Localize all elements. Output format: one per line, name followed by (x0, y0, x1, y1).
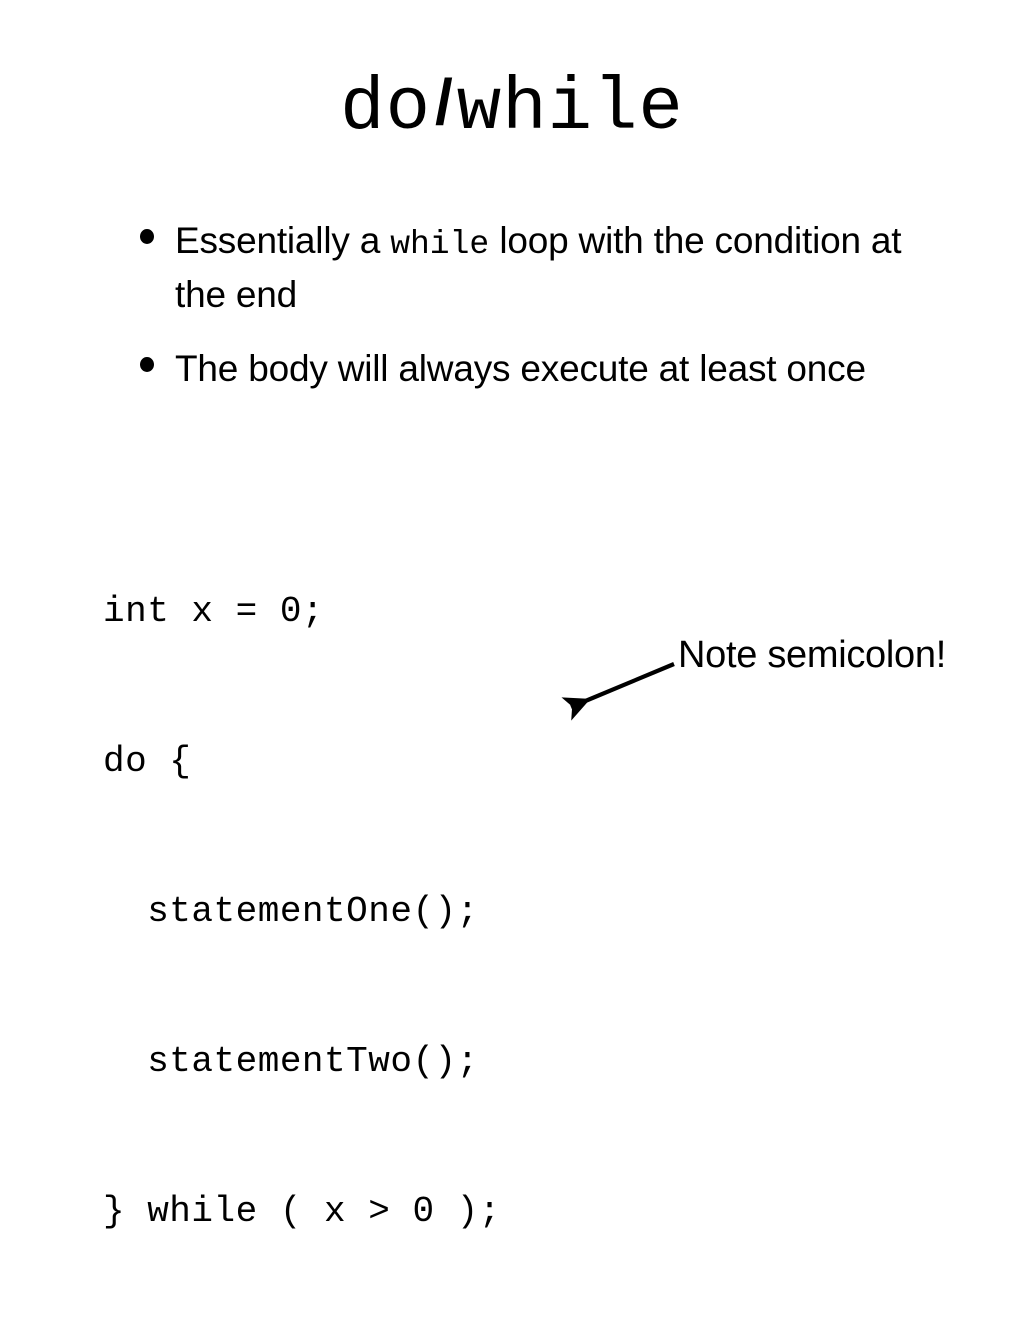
code-line-5: } while ( x > 0 ); (103, 1191, 501, 1232)
bullet-list: Essentially a while loop with the condit… (135, 215, 925, 396)
bullet-dot-icon (140, 357, 154, 373)
code-line-1: int x = 0; (103, 591, 325, 632)
title-keyword-while: while (456, 67, 684, 151)
code-line-3: statementOne(); (103, 891, 479, 932)
list-item: Essentially a while loop with the condit… (135, 215, 925, 321)
bullet-1-inline-code: while (390, 226, 490, 263)
slide-canvas: do/while Essentially a while loop with t… (0, 0, 1024, 1232)
code-block: int x = 0; do { statementOne(); statemen… (103, 487, 501, 1337)
bullet-1-segment-1: Essentially a (175, 220, 391, 261)
bullet-2-segment-1: The body will always execute at least on… (175, 348, 866, 390)
bullet-dot-icon (140, 229, 154, 244)
title-separator-slash: / (435, 66, 453, 138)
code-line-2: do { (103, 741, 192, 782)
slide-title: do/while (0, 70, 1024, 146)
list-item: The body will always execute at least on… (135, 343, 925, 396)
title-keyword-do: do (340, 67, 431, 151)
bullet-item-text-1: Essentially a while loop with the condit… (175, 215, 925, 321)
annotation-label: Note semicolon! (678, 634, 946, 676)
bullet-item-text-2: The body will always execute at least on… (175, 343, 925, 396)
code-line-4: statementTwo(); (103, 1041, 479, 1082)
